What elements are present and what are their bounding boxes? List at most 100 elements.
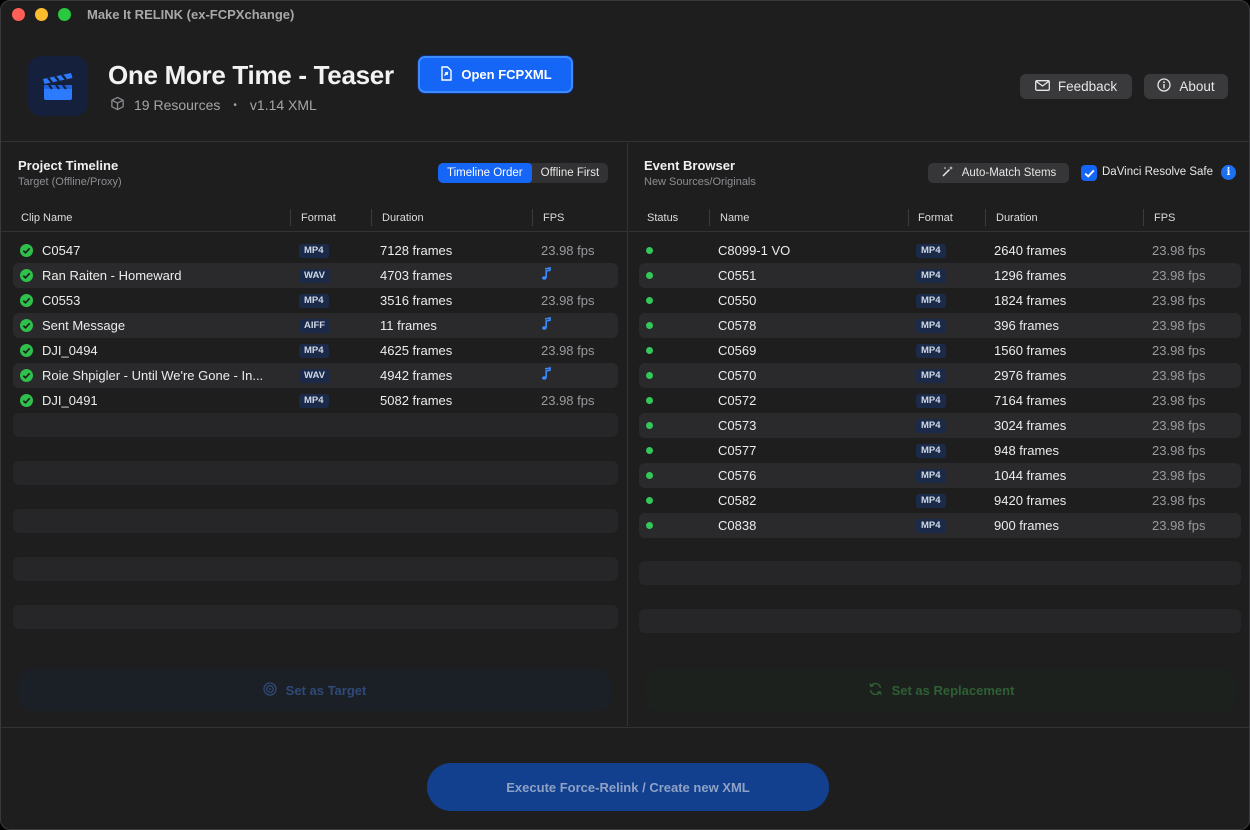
format-badge: MP4 — [916, 444, 946, 458]
footer-bar: Execute Force-Relink / Create new XML — [1, 727, 1249, 829]
table-row[interactable]: C0551 MP4 1296 frames 23.98 fps — [639, 263, 1241, 288]
col-format[interactable]: Format — [918, 212, 953, 224]
table-row[interactable]: DJI_0491 MP4 5082 frames 23.98 fps — [13, 388, 618, 413]
format-badge: MP4 — [916, 469, 946, 483]
table-row[interactable]: C0550 MP4 1824 frames 23.98 fps — [639, 288, 1241, 313]
music-note-icon — [541, 267, 551, 284]
table-row[interactable]: C0570 MP4 2976 frames 23.98 fps — [639, 363, 1241, 388]
format-badge: AIFF — [299, 319, 331, 333]
format-badge: WAV — [299, 269, 330, 283]
source-fps: 23.98 fps — [1152, 493, 1206, 508]
format-badge: MP4 — [299, 244, 329, 258]
project-meta: 19 Resources • v1.14 XML — [110, 96, 317, 114]
clip-fps: 23.98 fps — [541, 243, 595, 258]
online-status-dot — [646, 372, 653, 379]
music-note-icon — [541, 367, 551, 384]
source-fps: 23.98 fps — [1152, 518, 1206, 533]
col-fps[interactable]: FPS — [543, 212, 564, 224]
source-duration: 9420 frames — [994, 493, 1067, 508]
source-fps: 23.98 fps — [1152, 468, 1206, 483]
checkmark-circle-icon — [20, 294, 33, 307]
project-header: One More Time - Teaser 19 Resources • v1… — [1, 29, 1249, 142]
source-name: C0569 — [718, 343, 757, 358]
format-badge: MP4 — [299, 294, 329, 308]
table-row[interactable]: C0577 MP4 948 frames 23.98 fps — [639, 438, 1241, 463]
checkmark-circle-icon — [20, 394, 33, 407]
table-row[interactable]: C0838 MP4 900 frames 23.98 fps — [639, 513, 1241, 538]
empty-row — [13, 413, 618, 437]
col-format[interactable]: Format — [301, 212, 336, 224]
source-name: C8099-1 VO — [718, 243, 791, 258]
online-status-dot — [646, 447, 653, 454]
browser-title: Event Browser — [644, 158, 736, 173]
clip-duration: 5082 frames — [380, 393, 453, 408]
empty-row — [13, 461, 618, 485]
clip-name: Roie Shpigler - Until We're Gone - In... — [42, 368, 264, 383]
table-row[interactable]: C0578 MP4 396 frames 23.98 fps — [639, 313, 1241, 338]
close-window-button[interactable] — [12, 8, 25, 21]
col-duration[interactable]: Duration — [382, 212, 424, 224]
minimize-window-button[interactable] — [35, 8, 48, 21]
source-fps: 23.98 fps — [1152, 293, 1206, 308]
col-clip-name[interactable]: Clip Name — [21, 212, 72, 224]
table-row[interactable]: C0573 MP4 3024 frames 23.98 fps — [639, 413, 1241, 438]
source-fps: 23.98 fps — [1152, 243, 1206, 258]
table-row[interactable]: C0553 MP4 3516 frames 23.98 fps — [13, 288, 618, 313]
set-as-replacement-button[interactable]: Set as Replacement — [645, 669, 1237, 711]
table-row[interactable]: C0582 MP4 9420 frames 23.98 fps — [639, 488, 1241, 513]
set-as-target-button[interactable]: Set as Target — [18, 669, 611, 711]
source-name: C0582 — [718, 493, 757, 508]
browser-subtitle: New Sources/Originals — [644, 176, 756, 188]
online-status-dot — [646, 497, 653, 504]
col-fps[interactable]: FPS — [1154, 212, 1175, 224]
table-row[interactable]: C0569 MP4 1560 frames 23.98 fps — [639, 338, 1241, 363]
table-row[interactable]: C0547 MP4 7128 frames 23.98 fps — [13, 238, 618, 263]
format-badge: WAV — [299, 369, 330, 383]
davinci-safe-label[interactable]: DaVinci Resolve Safe — [1102, 166, 1213, 178]
format-badge: MP4 — [916, 519, 946, 533]
open-fcpxml-label: Open FCPXML — [461, 67, 552, 82]
sort-offline-first[interactable]: Offline First — [532, 163, 609, 183]
auto-match-stems-button[interactable]: Auto-Match Stems — [928, 163, 1069, 183]
xml-version: v1.14 XML — [249, 97, 317, 113]
source-fps: 23.98 fps — [1152, 393, 1206, 408]
zoom-window-button[interactable] — [58, 8, 71, 21]
format-badge: MP4 — [299, 394, 329, 408]
source-fps: 23.98 fps — [1152, 268, 1206, 283]
sort-segmented-control: Timeline Order Offline First — [438, 163, 609, 183]
clip-duration: 11 frames — [380, 318, 437, 333]
open-fcpxml-button[interactable]: Open FCPXML — [418, 56, 573, 93]
table-row[interactable]: C0572 MP4 7164 frames 23.98 fps — [639, 388, 1241, 413]
table-row[interactable]: Ran Raiten - Homeward WAV 4703 frames — [13, 263, 618, 288]
empty-row — [13, 605, 618, 629]
source-fps: 23.98 fps — [1152, 443, 1206, 458]
col-name[interactable]: Name — [720, 212, 749, 224]
source-duration: 900 frames — [994, 518, 1060, 533]
resource-count: 19 Resources — [134, 97, 221, 113]
online-status-dot — [646, 397, 653, 404]
clapperboard-icon — [28, 56, 88, 116]
davinci-safe-checkbox[interactable] — [1081, 165, 1097, 181]
col-status[interactable]: Status — [647, 212, 678, 224]
checkmark-circle-icon — [20, 269, 33, 282]
feedback-button[interactable]: Feedback — [1020, 74, 1132, 99]
table-row[interactable]: DJI_0494 MP4 4625 frames 23.98 fps — [13, 338, 618, 363]
source-name: C0572 — [718, 393, 757, 408]
table-row[interactable]: Roie Shpigler - Until We're Gone - In...… — [13, 363, 618, 388]
source-duration: 396 frames — [994, 318, 1060, 333]
format-badge: MP4 — [916, 494, 946, 508]
about-button[interactable]: About — [1144, 74, 1228, 99]
source-fps: 23.98 fps — [1152, 418, 1206, 433]
refresh-icon — [868, 682, 883, 699]
clip-name: Sent Message — [42, 318, 126, 333]
info-circle-icon — [1157, 78, 1172, 95]
sort-timeline-order[interactable]: Timeline Order — [438, 163, 532, 183]
execute-relink-button[interactable]: Execute Force-Relink / Create new XML — [427, 763, 829, 811]
col-duration[interactable]: Duration — [996, 212, 1038, 224]
table-row[interactable]: C0576 MP4 1044 frames 23.98 fps — [639, 463, 1241, 488]
info-icon[interactable]: i — [1221, 165, 1236, 180]
clip-fps: 23.98 fps — [541, 293, 595, 308]
table-row[interactable]: Sent Message AIFF 11 frames — [13, 313, 618, 338]
title-bar: Make It RELINK (ex-FCPXchange) — [1, 1, 1249, 29]
table-row[interactable]: C8099-1 VO MP4 2640 frames 23.98 fps — [639, 238, 1241, 263]
